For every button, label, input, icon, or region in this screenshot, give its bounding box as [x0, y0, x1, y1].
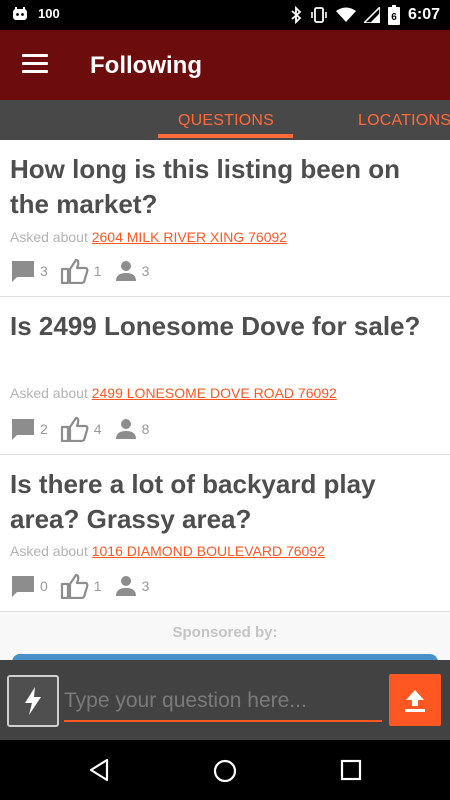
system-navigation-bar [0, 740, 450, 800]
home-circle-icon [213, 759, 237, 783]
tab-locations[interactable]: LOCATIONS [358, 112, 450, 130]
comments-stat[interactable]: 0 [10, 574, 54, 598]
likes-count: 1 [93, 263, 102, 279]
comment-icon [12, 261, 34, 282]
person-icon [115, 261, 136, 281]
quick-ask-button[interactable] [7, 675, 59, 727]
asked-about-label: Asked about [10, 229, 88, 245]
question-stats: 2 4 8 [10, 416, 161, 442]
question-input[interactable] [64, 682, 382, 720]
lightning-bolt-icon [25, 687, 41, 715]
location-link[interactable]: 1016 DIAMOND BOULEVARD 76092 [92, 543, 325, 559]
asked-about-line: Asked about 2499 LONESOME DOVE ROAD 7609… [10, 385, 337, 401]
followers-stat[interactable]: 3 [114, 575, 156, 597]
questions-feed[interactable]: How long is this listing been on the mar… [0, 140, 450, 660]
location-link[interactable]: 2604 MILK RIVER XING 76092 [92, 229, 287, 245]
question-composer [0, 660, 450, 740]
followers-count: 3 [141, 578, 150, 594]
notification-count: 100 [38, 6, 60, 21]
question-stats: 0 1 3 [10, 573, 161, 599]
thumbs-up-icon [60, 258, 89, 284]
cellular-signal-icon [363, 7, 380, 23]
likes-stat[interactable]: 1 [60, 573, 108, 599]
question-text[interactable]: Is there a lot of backyard play area? Gr… [10, 467, 440, 537]
comments-count: 0 [40, 578, 48, 594]
question-card[interactable]: Is there a lot of backyard play area? Gr… [0, 455, 450, 612]
bluetooth-icon [290, 6, 302, 24]
question-text[interactable]: Is 2499 Lonesome Dove for sale? [10, 309, 440, 344]
tab-questions[interactable]: QUESTIONS [178, 112, 274, 130]
question-card[interactable]: Is 2499 Lonesome Dove for sale? Asked ab… [0, 297, 450, 455]
asked-about-line: Asked about 2604 MILK RIVER XING 76092 [10, 229, 287, 245]
question-stats: 3 1 3 [10, 258, 161, 284]
vibrate-icon [310, 6, 328, 24]
comment-icon [12, 419, 34, 440]
asked-about-label: Asked about [10, 385, 88, 401]
person-icon [115, 576, 136, 596]
question-card[interactable]: How long is this listing been on the mar… [0, 140, 450, 297]
app-bar: Following [0, 30, 450, 100]
page-title: Following [90, 52, 202, 79]
wifi-icon [335, 7, 356, 23]
svg-text:6: 6 [391, 12, 397, 23]
question-text[interactable]: How long is this listing been on the mar… [10, 152, 440, 222]
back-triangle-icon [89, 758, 109, 782]
asked-about-label: Asked about [10, 543, 88, 559]
likes-stat[interactable]: 4 [60, 416, 108, 442]
likes-count: 1 [93, 578, 102, 594]
hamburger-menu-icon[interactable] [22, 54, 48, 74]
location-link[interactable]: 2499 LONESOME DOVE ROAD 76092 [92, 385, 337, 401]
person-icon [115, 419, 136, 439]
question-input-wrapper [64, 682, 382, 722]
home-button[interactable] [212, 758, 238, 789]
followers-count: 3 [141, 263, 150, 279]
comments-count: 3 [40, 263, 48, 279]
followers-count: 8 [141, 421, 150, 437]
comments-stat[interactable]: 2 [10, 417, 54, 441]
recents-button[interactable] [339, 758, 363, 787]
comments-stat[interactable]: 3 [10, 259, 54, 283]
comments-count: 2 [40, 421, 48, 437]
clock-time: 6:07 [407, 6, 440, 23]
thumbs-up-icon [60, 416, 89, 442]
thumbs-up-icon [60, 573, 89, 599]
status-bar: 100 6 6:07 [0, 0, 450, 30]
asked-about-line: Asked about 1016 DIAMOND BOULEVARD 76092 [10, 543, 325, 559]
battery-icon: 6 [387, 5, 400, 25]
back-button[interactable] [87, 758, 111, 787]
comment-icon [12, 576, 34, 597]
upload-icon [405, 690, 425, 712]
followers-stat[interactable]: 3 [114, 260, 156, 282]
tab-selected-indicator [158, 134, 293, 138]
sponsored-label: Sponsored by: [172, 624, 278, 641]
likes-count: 4 [93, 421, 102, 437]
submit-question-button[interactable] [389, 674, 441, 726]
android-robot-icon [12, 6, 28, 21]
recents-square-icon [340, 759, 362, 781]
followers-stat[interactable]: 8 [114, 418, 156, 440]
likes-stat[interactable]: 1 [60, 258, 108, 284]
